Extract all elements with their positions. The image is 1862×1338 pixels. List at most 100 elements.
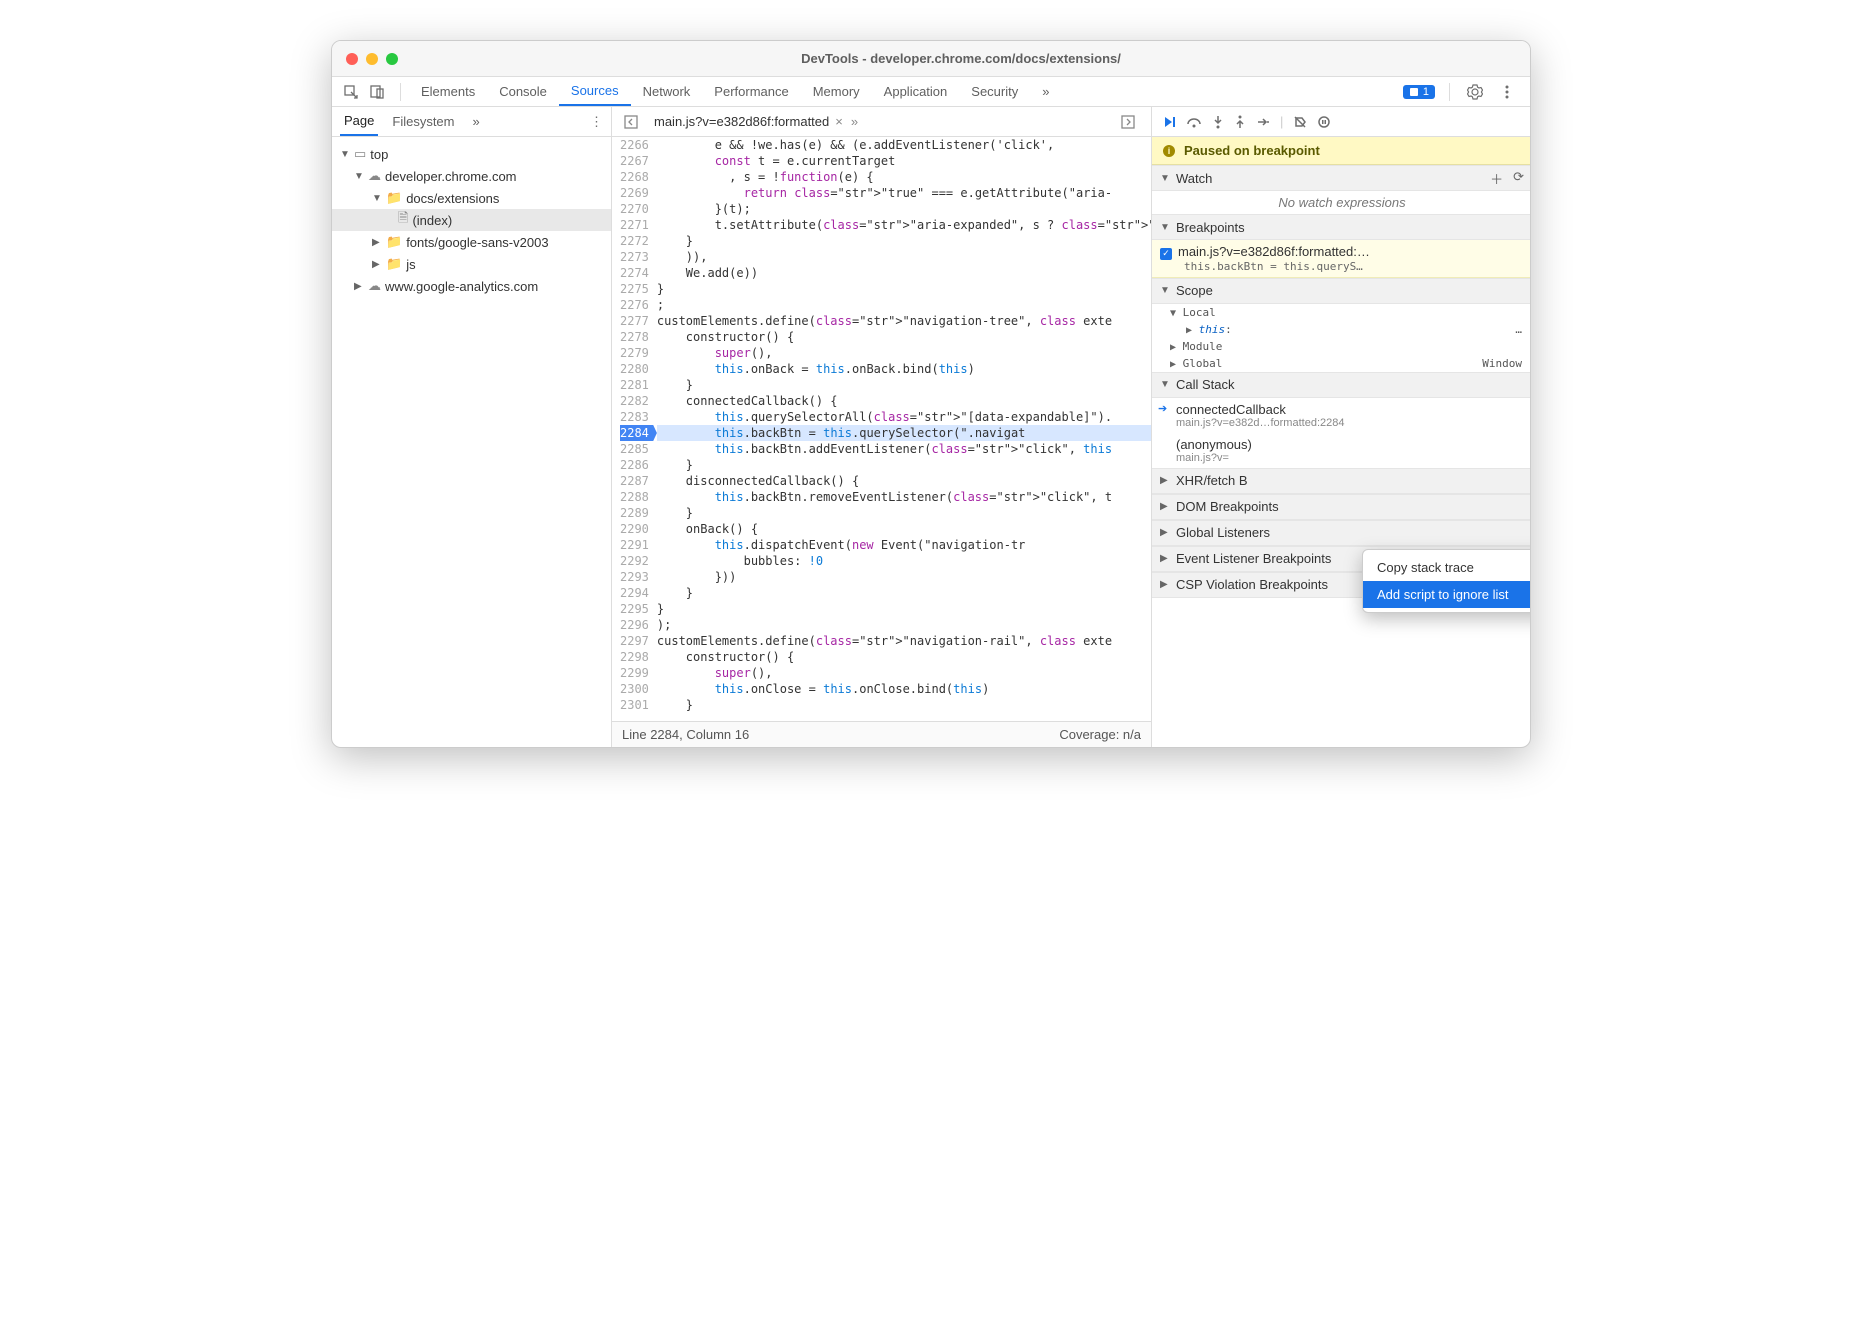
- gutter-line[interactable]: 2275: [620, 281, 649, 297]
- gutter-line[interactable]: 2290: [620, 521, 649, 537]
- tree-origin-ga[interactable]: ▶☁www.google-analytics.com: [332, 275, 611, 297]
- tree-origin-chrome[interactable]: ▼☁developer.chrome.com: [332, 165, 611, 187]
- gutter-line[interactable]: 2295: [620, 601, 649, 617]
- gutter-line[interactable]: 2296: [620, 617, 649, 633]
- step-out-icon[interactable]: [1234, 115, 1246, 129]
- code-line[interactable]: this.backBtn.addEventListener(class="str…: [657, 441, 1151, 457]
- gutter-line[interactable]: 2266: [620, 137, 649, 153]
- code-line[interactable]: }: [657, 505, 1151, 521]
- breakpoint-checkbox[interactable]: ✓: [1160, 248, 1172, 260]
- nav-forward-icon[interactable]: [1117, 111, 1139, 133]
- window-close-button[interactable]: [346, 53, 358, 65]
- gutter-line[interactable]: 2272: [620, 233, 649, 249]
- tree-folder-js[interactable]: ▶📁js: [332, 253, 611, 275]
- code-line[interactable]: constructor() {: [657, 649, 1151, 665]
- code-line[interactable]: const t = e.currentTarget: [657, 153, 1151, 169]
- code-line[interactable]: return class="str">"true" === e.getAttri…: [657, 185, 1151, 201]
- navigator-tab-overflow[interactable]: »: [469, 107, 484, 136]
- code-line[interactable]: onBack() {: [657, 521, 1151, 537]
- tab-overflow[interactable]: »: [1030, 77, 1061, 106]
- code-line[interactable]: We.add(e)): [657, 265, 1151, 281]
- step-into-icon[interactable]: [1212, 115, 1224, 129]
- breakpoint-entry[interactable]: ✓main.js?v=e382d86f:formatted:… this.bac…: [1152, 240, 1531, 278]
- tab-memory[interactable]: Memory: [801, 77, 872, 106]
- code-line[interactable]: connectedCallback() {: [657, 393, 1151, 409]
- xhr-header[interactable]: ▶XHR/fetch B: [1152, 468, 1531, 494]
- navigator-kebab-icon[interactable]: ⋮: [590, 114, 603, 130]
- code-line[interactable]: customElements.define(class="str">"navig…: [657, 313, 1151, 329]
- callframe-connected-callback[interactable]: connectedCallback main.js?v=e382d…format…: [1152, 398, 1531, 433]
- tab-network[interactable]: Network: [631, 77, 703, 106]
- scope-global[interactable]: ▶ GlobalWindow: [1152, 355, 1531, 372]
- editor-tab-overflow[interactable]: »: [851, 114, 858, 129]
- code-line[interactable]: }: [657, 457, 1151, 473]
- dom-bp-header[interactable]: ▶DOM Breakpoints: [1152, 494, 1531, 520]
- gutter-line[interactable]: 2281: [620, 377, 649, 393]
- code-line[interactable]: }: [657, 585, 1151, 601]
- gutter-line[interactable]: 2285: [620, 441, 649, 457]
- gutter-line[interactable]: 2278: [620, 329, 649, 345]
- gutter-line[interactable]: 2282: [620, 393, 649, 409]
- gutter-line[interactable]: 2280: [620, 361, 649, 377]
- step-over-icon[interactable]: [1186, 115, 1202, 129]
- callstack-header[interactable]: ▼Call Stack: [1152, 372, 1531, 398]
- code-line[interactable]: ;: [657, 297, 1151, 313]
- code-line[interactable]: }: [657, 233, 1151, 249]
- watch-header[interactable]: ▼Watch ＋ ⟳: [1152, 165, 1531, 191]
- scope-this[interactable]: ▶ this:…: [1152, 321, 1531, 338]
- scope-header[interactable]: ▼Scope: [1152, 278, 1531, 304]
- gutter-line[interactable]: 2271: [620, 217, 649, 233]
- window-minimize-button[interactable]: [366, 53, 378, 65]
- scope-local[interactable]: ▼ Local: [1152, 304, 1531, 321]
- scope-module[interactable]: ▶ Module: [1152, 338, 1531, 355]
- gutter-line[interactable]: 2276: [620, 297, 649, 313]
- tree-folder-docs-extensions[interactable]: ▼📁docs/extensions: [332, 187, 611, 209]
- gutter-line[interactable]: 2292: [620, 553, 649, 569]
- code-line[interactable]: this.onBack = this.onBack.bind(this): [657, 361, 1151, 377]
- menu-add-to-ignore-list[interactable]: Add script to ignore list: [1363, 581, 1531, 608]
- watch-refresh-icon[interactable]: ⟳: [1513, 169, 1524, 188]
- code-line[interactable]: super(),: [657, 665, 1151, 681]
- tab-sources[interactable]: Sources: [559, 77, 631, 106]
- code-line[interactable]: disconnectedCallback() {: [657, 473, 1151, 489]
- code-line[interactable]: );: [657, 617, 1151, 633]
- gutter-line[interactable]: 2274: [620, 265, 649, 281]
- tree-top[interactable]: ▼▭top: [332, 143, 611, 165]
- deactivate-breakpoints-icon[interactable]: [1293, 115, 1307, 129]
- gutter-line[interactable]: 2287: [620, 473, 649, 489]
- editor-tab-main-js[interactable]: main.js?v=e382d86f:formatted ×: [654, 114, 843, 129]
- gutter-line[interactable]: 2273: [620, 249, 649, 265]
- gutter-line[interactable]: 2300: [620, 681, 649, 697]
- code-line[interactable]: this.onClose = this.onClose.bind(this): [657, 681, 1151, 697]
- gutter-line[interactable]: 2270: [620, 201, 649, 217]
- code-line[interactable]: customElements.define(class="str">"navig…: [657, 633, 1151, 649]
- gutter-line[interactable]: 2294: [620, 585, 649, 601]
- code-editor[interactable]: 2266226722682269227022712272227322742275…: [612, 137, 1151, 721]
- inspect-icon[interactable]: [340, 81, 362, 103]
- watch-add-icon[interactable]: ＋: [1490, 169, 1503, 188]
- kebab-icon[interactable]: [1496, 81, 1518, 103]
- code-line[interactable]: }: [657, 281, 1151, 297]
- tree-folder-fonts[interactable]: ▶📁fonts/google-sans-v2003: [332, 231, 611, 253]
- callframe-anonymous[interactable]: (anonymous) main.js?v=: [1152, 433, 1531, 468]
- step-icon[interactable]: [1256, 115, 1270, 129]
- gutter-line[interactable]: 2283: [620, 409, 649, 425]
- gutter-line[interactable]: 2268: [620, 169, 649, 185]
- code-line[interactable]: }: [657, 377, 1151, 393]
- gutter-line[interactable]: 2269: [620, 185, 649, 201]
- resume-icon[interactable]: [1162, 115, 1176, 129]
- gutter-line[interactable]: 2279: [620, 345, 649, 361]
- gutter-line[interactable]: 2301: [620, 697, 649, 713]
- tab-performance[interactable]: Performance: [702, 77, 800, 106]
- navigator-tab-filesystem[interactable]: Filesystem: [388, 107, 458, 136]
- navigator-tab-page[interactable]: Page: [340, 107, 378, 136]
- gutter-line[interactable]: 2297: [620, 633, 649, 649]
- gutter-line[interactable]: 2288: [620, 489, 649, 505]
- gutter-line[interactable]: 2299: [620, 665, 649, 681]
- code-line[interactable]: constructor() {: [657, 329, 1151, 345]
- global-listeners-header[interactable]: ▶Global Listeners: [1152, 520, 1531, 546]
- tab-application[interactable]: Application: [872, 77, 960, 106]
- tab-security[interactable]: Security: [959, 77, 1030, 106]
- gutter-line[interactable]: 2289: [620, 505, 649, 521]
- code-line[interactable]: )),: [657, 249, 1151, 265]
